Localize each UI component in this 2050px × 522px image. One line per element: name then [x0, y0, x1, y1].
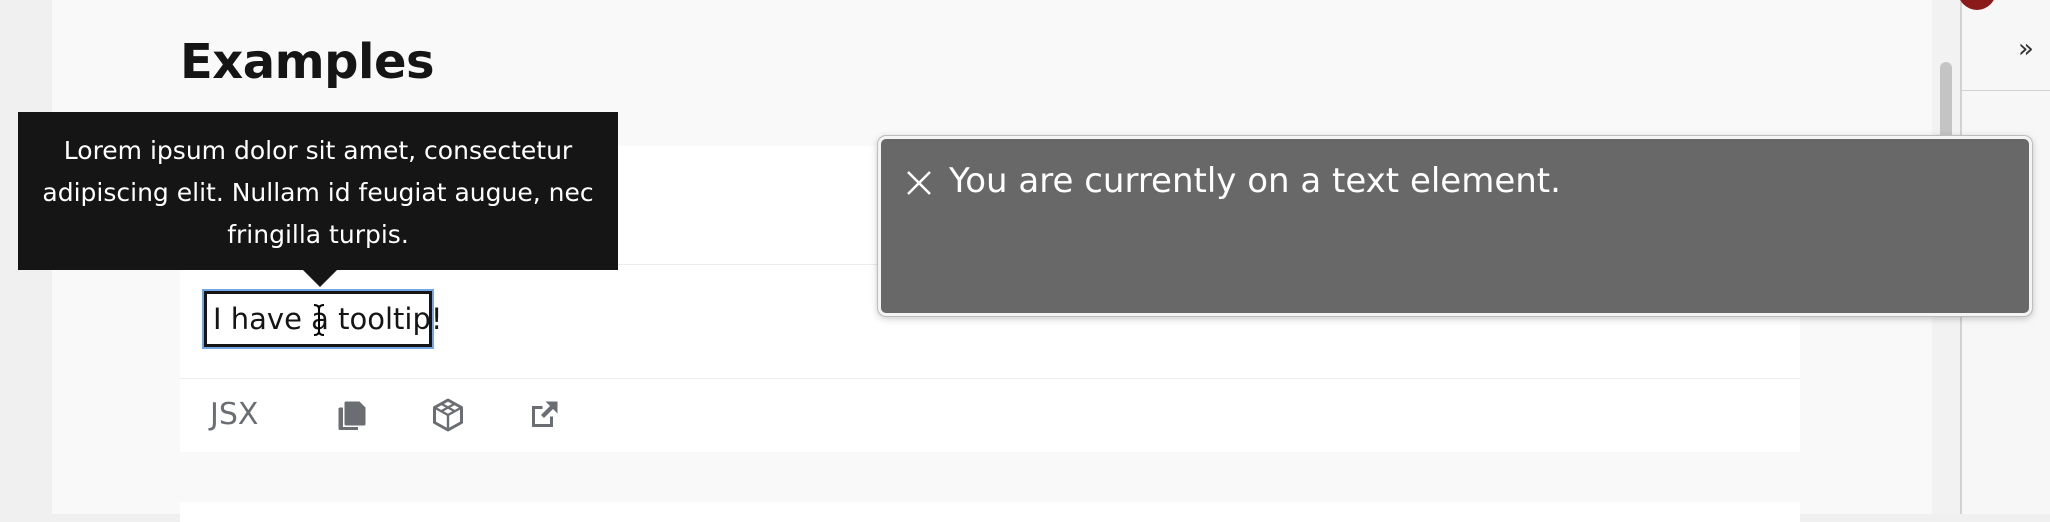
- code-toolbar: JSX: [180, 379, 1800, 451]
- next-example-card: [180, 502, 1800, 522]
- tooltip-arrow: [302, 269, 338, 287]
- external-link-icon[interactable]: [526, 397, 562, 433]
- text-cursor-icon: [313, 304, 325, 336]
- tooltip: Lorem ipsum dolor sit amet, consectetur …: [18, 112, 618, 270]
- page-title: Examples: [180, 34, 435, 90]
- side-panel-divider: [1962, 90, 2050, 91]
- copy-icon[interactable]: [334, 397, 370, 433]
- codesandbox-icon[interactable]: [430, 397, 466, 433]
- overflow-chevron-icon[interactable]: »: [2018, 34, 2034, 64]
- voiceover-caption-panel: You are currently on a text element.: [878, 136, 2032, 316]
- voiceover-message: You are currently on a text element.: [949, 161, 1561, 201]
- jsx-button[interactable]: JSX: [210, 395, 258, 435]
- close-icon[interactable]: [905, 169, 933, 197]
